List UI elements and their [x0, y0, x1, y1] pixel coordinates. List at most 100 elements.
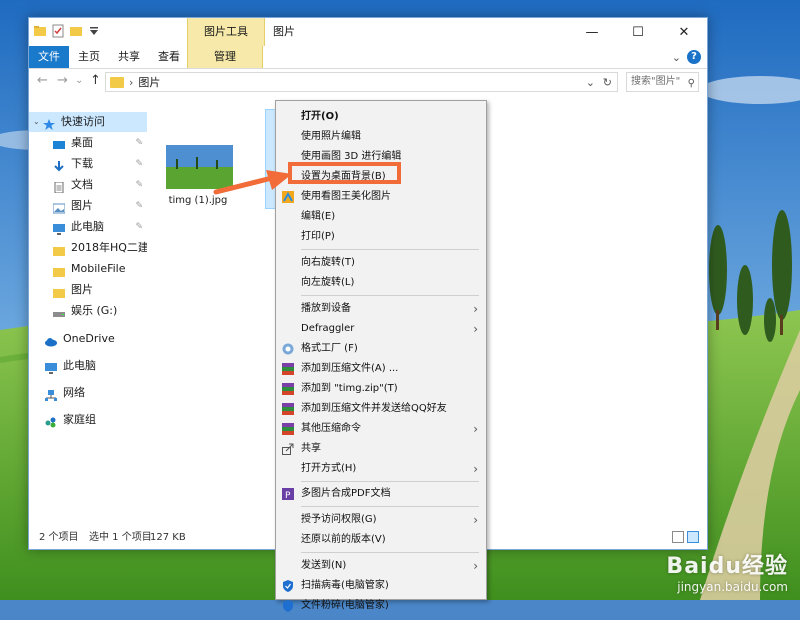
submenu-arrow-icon: › — [473, 513, 478, 527]
submenu-arrow-icon: › — [473, 559, 478, 573]
nav-label: 下载 — [71, 157, 93, 170]
menu-item-defraggler[interactable]: Defraggler › — [276, 319, 486, 339]
tab-home[interactable]: 主页 — [69, 46, 109, 68]
nav-label: 此电脑 — [63, 359, 96, 372]
archive-icon — [282, 363, 294, 375]
folder-icon — [53, 264, 65, 277]
expand-ribbon-icon[interactable]: ⌄ — [672, 51, 681, 64]
menu-item-cast-to-device[interactable]: 播放到设备 › — [276, 299, 486, 319]
close-button[interactable]: ✕ — [661, 18, 707, 46]
up-button[interactable]: ↑ — [90, 73, 101, 88]
tab-view[interactable]: 查看 — [149, 46, 189, 68]
menu-item-scan-virus[interactable]: 扫描病毒(电脑管家) — [276, 576, 486, 596]
archive-icon — [282, 403, 294, 415]
window-title: 图片 — [273, 25, 295, 38]
title-bar: 图片工具 图片 — ☐ ✕ — [29, 18, 707, 46]
window-controls: — ☐ ✕ — [569, 18, 707, 46]
nav-item-quick-access[interactable]: ⌄ 快速访问 — [29, 112, 147, 132]
menu-item-rotate-left[interactable]: 向左旋转(L) — [276, 273, 486, 293]
pin-icon: ✎ — [135, 201, 143, 211]
forward-button[interactable]: → — [57, 73, 68, 88]
menu-item-archive-send-qq[interactable]: 添加到压缩文件并发送给QQ好友 — [276, 399, 486, 419]
pin-icon: ✎ — [135, 159, 143, 169]
nav-label: 网络 — [63, 386, 85, 399]
new-folder-icon[interactable] — [69, 24, 83, 38]
maximize-button[interactable]: ☐ — [615, 18, 661, 46]
menu-item-edit-with-photos[interactable]: 使用照片编辑 — [276, 127, 486, 147]
pdf-icon: P — [282, 488, 294, 501]
menu-separator — [301, 552, 479, 553]
recent-locations-button[interactable]: ⌄ — [75, 75, 83, 86]
share-icon — [282, 443, 294, 455]
tab-share[interactable]: 共享 — [109, 46, 149, 68]
nav-item-onedrive[interactable]: OneDrive — [29, 329, 147, 349]
download-icon — [53, 159, 65, 171]
menu-separator — [301, 506, 479, 507]
nav-item-downloads[interactable]: 下载 ✎ — [29, 154, 147, 174]
nav-item-homegroup[interactable]: 家庭组 — [29, 410, 147, 430]
menu-item-other-compress[interactable]: 其他压缩命令 › — [276, 419, 486, 439]
breadcrumb-pictures[interactable]: 图片 — [138, 74, 160, 90]
large-icons-view-icon[interactable] — [687, 531, 699, 543]
quick-access-toolbar — [33, 24, 101, 38]
document-icon — [53, 180, 65, 193]
watermark-url: jingyan.baidu.com — [677, 580, 788, 594]
nav-item-pictures[interactable]: 图片 ✎ — [29, 196, 147, 216]
address-box[interactable]: › 图片 ⌄ ↻ — [105, 72, 618, 92]
view-toggle — [672, 531, 699, 543]
menu-item-add-to-zip[interactable]: 添加到 "timg.zip"(T) — [276, 379, 486, 399]
nav-item-this-pc-quick[interactable]: 此电脑 ✎ — [29, 217, 147, 237]
menu-item-send-to[interactable]: 发送到(N) › — [276, 556, 486, 576]
pin-icon: ✎ — [135, 180, 143, 190]
nav-label: 快速访问 — [61, 115, 105, 128]
help-icon[interactable]: ? — [687, 50, 701, 64]
nav-item-pictures-folder[interactable]: 图片 — [29, 280, 147, 300]
customize-qat-icon[interactable] — [87, 24, 101, 38]
menu-item-share[interactable]: 共享 — [276, 439, 486, 459]
search-input[interactable]: 搜索"图片" ⚲ — [626, 72, 699, 92]
computer-icon — [45, 361, 57, 374]
details-view-icon[interactable] — [672, 531, 684, 543]
nav-label: 图片 — [71, 283, 93, 296]
menu-item-grant-access[interactable]: 授予访问权限(G) › — [276, 510, 486, 530]
nav-item-this-pc[interactable]: 此电脑 — [29, 356, 147, 376]
menu-item-rotate-right[interactable]: 向右旋转(T) — [276, 253, 486, 273]
expand-icon[interactable]: ⌄ — [33, 112, 43, 132]
menu-item-restore-versions[interactable]: 还原以前的版本(V) — [276, 530, 486, 550]
nav-item-documents[interactable]: 文档 ✎ — [29, 175, 147, 195]
tab-file[interactable]: 文件 — [29, 46, 69, 68]
menu-item-add-to-archive[interactable]: 添加到压缩文件(A) ... — [276, 359, 486, 379]
menu-item-file-shredder[interactable]: 文件粉碎(电脑管家) — [276, 596, 486, 616]
menu-item-images-to-pdf[interactable]: P 多图片合成PDF文档 — [276, 484, 486, 504]
menu-item-open[interactable]: 打开(O) — [276, 107, 486, 127]
back-button[interactable]: ← — [37, 73, 48, 88]
nav-item-folder-2018[interactable]: 2018年HQ二建公路 — [29, 238, 147, 258]
nav-label: 娱乐 (G:) — [71, 304, 118, 317]
tab-manage[interactable]: 管理 — [187, 46, 263, 68]
search-icon: ⚲ — [687, 78, 695, 89]
menu-item-format-factory[interactable]: 格式工厂 (F) — [276, 339, 486, 359]
minimize-button[interactable]: — — [569, 18, 615, 46]
folder-icon — [53, 285, 65, 298]
nav-item-network[interactable]: 网络 — [29, 383, 147, 403]
menu-item-beautify-image[interactable]: 使用看图王美化图片 — [276, 187, 486, 207]
properties-icon[interactable] — [51, 24, 65, 38]
nav-label: 桌面 — [71, 136, 93, 149]
svg-text:P: P — [285, 491, 291, 500]
nav-item-desktop[interactable]: 桌面 ✎ — [29, 133, 147, 153]
nav-item-drive-g[interactable]: 娱乐 (G:) — [29, 301, 147, 321]
shield-icon — [282, 600, 294, 612]
breadcrumb-separator[interactable]: › — [129, 76, 133, 89]
refresh-icon[interactable]: ↻ — [603, 76, 612, 89]
address-dropdown-icon[interactable]: ⌄ — [586, 76, 595, 89]
nav-item-mobilefile[interactable]: MobileFile — [29, 259, 147, 279]
pin-icon: ✎ — [135, 138, 143, 148]
submenu-arrow-icon: › — [473, 302, 478, 316]
item-count: 2 个项目 — [39, 532, 79, 543]
ribbon-right-controls: ⌄ ? — [672, 50, 701, 64]
menu-item-open-with[interactable]: 打开方式(H) › — [276, 459, 486, 479]
menu-item-edit[interactable]: 编辑(E) — [276, 207, 486, 227]
folder-icon[interactable] — [33, 24, 47, 38]
archive-icon — [282, 423, 294, 435]
menu-item-print[interactable]: 打印(P) — [276, 227, 486, 247]
